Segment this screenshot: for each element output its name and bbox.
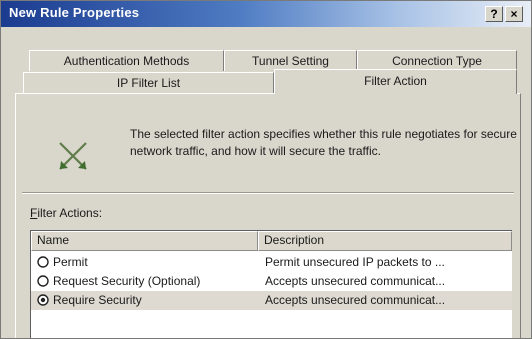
list-header: Name Description <box>31 231 512 251</box>
filter-actions-label: Filter Actions: <box>30 206 102 220</box>
close-button[interactable]: × <box>505 6 523 22</box>
dialog-window: New Rule Properties ? × Authentication M… <box>0 0 532 339</box>
list-row-require-security[interactable]: Require Security Accepts unsecured commu… <box>31 291 512 310</box>
row-name: Require Security <box>53 293 142 307</box>
window-title: New Rule Properties <box>9 5 140 20</box>
tab-authentication-methods[interactable]: Authentication Methods <box>29 50 224 71</box>
list-row-request-security[interactable]: Request Security (Optional) Accepts unse… <box>31 272 512 291</box>
radio-button-icon[interactable] <box>37 256 49 268</box>
filter-action-x-icon <box>59 142 87 170</box>
tab-connection-type[interactable]: Connection Type <box>357 50 517 71</box>
column-header-name[interactable]: Name <box>31 231 258 251</box>
column-header-description[interactable]: Description <box>258 231 512 251</box>
title-bar[interactable]: New Rule Properties ? × <box>1 1 531 27</box>
radio-button-selected-icon[interactable] <box>37 294 49 306</box>
tab-tunnel-setting[interactable]: Tunnel Setting <box>224 50 357 71</box>
radio-button-icon[interactable] <box>37 275 49 287</box>
filter-actions-list[interactable]: Name Description Permit Permit unsecured… <box>30 230 512 338</box>
row-description: Accepts unsecured communicat... <box>265 293 446 307</box>
list-row-permit[interactable]: Permit Permit unsecured IP packets to ..… <box>31 253 512 272</box>
filter-action-panel: The selected filter action specifies whe… <box>15 93 521 338</box>
help-button[interactable]: ? <box>485 6 503 22</box>
separator <box>22 192 514 194</box>
tab-ip-filter-list[interactable]: IP Filter List <box>23 72 274 93</box>
row-description: Accepts unsecured communicat... <box>265 274 446 288</box>
row-name: Request Security (Optional) <box>53 274 201 288</box>
row-description: Permit unsecured IP packets to ... <box>265 255 445 269</box>
panel-description: The selected filter action specifies whe… <box>130 127 517 158</box>
tab-filter-action[interactable]: Filter Action <box>274 69 517 94</box>
filter-actions-label-text: ilter Actions: <box>37 206 103 220</box>
row-name: Permit <box>53 255 88 269</box>
